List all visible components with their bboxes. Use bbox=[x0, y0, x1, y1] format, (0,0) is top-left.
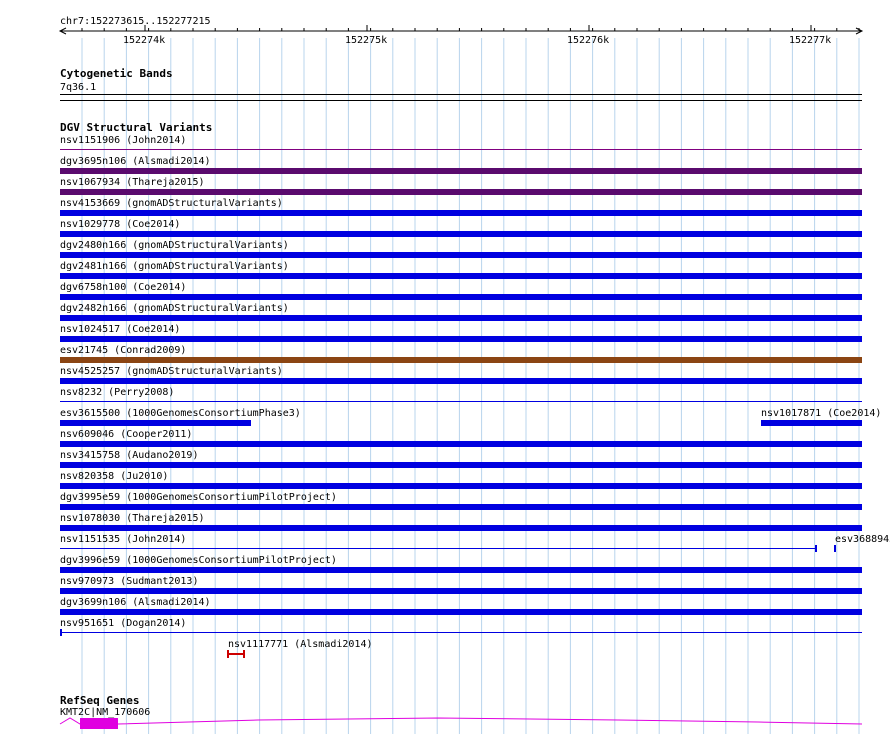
variant-bar-right[interactable] bbox=[761, 420, 862, 426]
ruler-tick-label: 152277k bbox=[789, 35, 832, 46]
variant-bar[interactable] bbox=[60, 252, 862, 258]
ruler-range-label: chr7:152273615..152277215 bbox=[60, 16, 211, 27]
variant-end-tick bbox=[60, 629, 62, 636]
variant-label[interactable]: nsv951651 (Dogan2014) bbox=[60, 618, 186, 629]
variant-label[interactable]: nsv1024517 (Coe2014) bbox=[60, 324, 180, 335]
variant-label[interactable]: esv3615500 (1000GenomesConsortiumPhase3) bbox=[60, 408, 301, 419]
variant-label[interactable]: nsv1067934 (Thareja2015) bbox=[60, 177, 205, 188]
variant-label[interactable]: nsv970973 (Sudmant2013) bbox=[60, 576, 198, 587]
variant-bar[interactable] bbox=[60, 462, 862, 468]
variant-label-small[interactable]: nsv1117771 (Alsmadi2014) bbox=[228, 639, 373, 650]
variant-bar[interactable] bbox=[60, 210, 862, 216]
variant-label[interactable]: nsv1078030 (Thareja2015) bbox=[60, 513, 205, 524]
variant-label[interactable]: nsv8232 (Perry2008) bbox=[60, 387, 174, 398]
variant-bar[interactable] bbox=[60, 378, 862, 384]
ruler-tick-label: 152276k bbox=[567, 35, 610, 46]
variant-bar[interactable] bbox=[60, 189, 862, 195]
variant-label-right[interactable]: nsv1017871 (Coe2014) bbox=[761, 408, 881, 419]
variant-label[interactable]: dgv2480n166 (gnomADStructuralVariants) bbox=[60, 240, 289, 251]
variant-label[interactable]: dgv6758n100 (Coe2014) bbox=[60, 282, 186, 293]
variant-bar[interactable] bbox=[60, 588, 862, 594]
ruler-tick-label: 152275k bbox=[345, 35, 388, 46]
variant-bar[interactable] bbox=[60, 168, 862, 174]
variant-bar[interactable] bbox=[60, 483, 862, 489]
variant-end-tick bbox=[815, 545, 817, 552]
variant-bar[interactable] bbox=[60, 632, 862, 633]
variant-label[interactable]: dgv3995e59 (1000GenomesConsortiumPilotPr… bbox=[60, 492, 337, 503]
variant-bar-small[interactable] bbox=[226, 649, 248, 659]
refseq-track-title[interactable]: RefSeq Genes bbox=[60, 695, 139, 707]
ruler-tick-label: 152274k bbox=[123, 35, 166, 46]
variant-label[interactable]: nsv820358 (Ju2010) bbox=[60, 471, 168, 482]
track-separator bbox=[60, 100, 862, 101]
cytoband-label[interactable]: 7q36.1 bbox=[60, 82, 96, 93]
variant-bar[interactable] bbox=[60, 609, 862, 615]
variant-label[interactable]: nsv4153669 (gnomADStructuralVariants) bbox=[60, 198, 283, 209]
dgv-track-title[interactable]: DGV Structural Variants bbox=[60, 122, 212, 134]
variant-bar[interactable] bbox=[60, 336, 862, 342]
variant-label[interactable]: nsv1029778 (Coe2014) bbox=[60, 219, 180, 230]
variant-bar[interactable] bbox=[60, 525, 862, 531]
variant-bar[interactable] bbox=[60, 315, 862, 321]
cytoband-track-title[interactable]: Cytogenetic Bands bbox=[60, 68, 173, 80]
variant-bar[interactable] bbox=[60, 273, 862, 279]
variant-bar[interactable] bbox=[60, 149, 862, 150]
variant-label[interactable]: nsv3415758 (Audano2019) bbox=[60, 450, 198, 461]
variant-bar[interactable] bbox=[60, 567, 862, 573]
variant-bar[interactable] bbox=[60, 401, 862, 402]
variant-mark-edge[interactable] bbox=[834, 545, 836, 552]
variant-label[interactable]: dgv3695n106 (Alsmadi2014) bbox=[60, 156, 211, 167]
variant-label[interactable]: esv21745 (Conrad2009) bbox=[60, 345, 186, 356]
variant-label[interactable]: nsv1151906 (John2014) bbox=[60, 135, 186, 146]
variant-bar[interactable] bbox=[60, 420, 251, 426]
variant-label[interactable]: nsv4525257 (gnomADStructuralVariants) bbox=[60, 366, 283, 377]
variant-label[interactable]: dgv3996e59 (1000GenomesConsortiumPilotPr… bbox=[60, 555, 337, 566]
variant-label[interactable]: dgv2482n166 (gnomADStructuralVariants) bbox=[60, 303, 289, 314]
variant-bar[interactable] bbox=[60, 357, 862, 363]
variant-label[interactable]: dgv3699n106 (Alsmadi2014) bbox=[60, 597, 211, 608]
variant-bar[interactable] bbox=[60, 231, 862, 237]
variant-bar[interactable] bbox=[60, 548, 816, 549]
variant-label[interactable]: nsv1151535 (John2014) bbox=[60, 534, 186, 545]
gene-model[interactable] bbox=[58, 712, 864, 730]
variant-bar[interactable] bbox=[60, 504, 862, 510]
variant-bar[interactable] bbox=[60, 441, 862, 447]
variant-label[interactable]: nsv609046 (Cooper2011) bbox=[60, 429, 192, 440]
variant-bar[interactable] bbox=[60, 294, 862, 300]
cytoband-line-top bbox=[60, 94, 862, 95]
variant-label[interactable]: dgv2481n166 (gnomADStructuralVariants) bbox=[60, 261, 289, 272]
variant-label-edge[interactable]: esv3688945 bbox=[835, 534, 890, 545]
